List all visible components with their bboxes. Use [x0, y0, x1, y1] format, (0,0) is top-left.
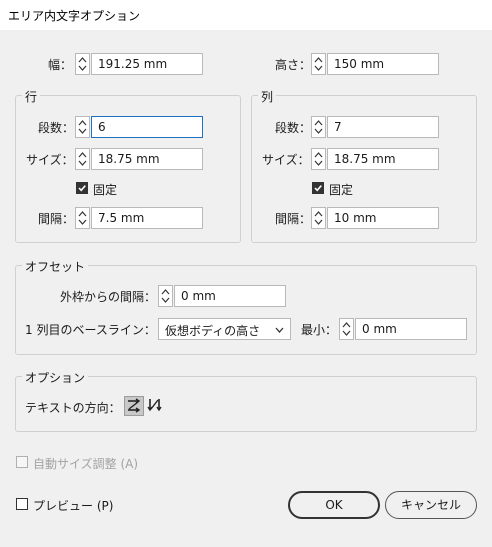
columns-group-title: 列: [258, 88, 277, 105]
columns-count-label: 段数：: [275, 121, 312, 135]
text-direction-vertical-button[interactable]: [146, 396, 166, 416]
vertical-flow-icon: [147, 399, 162, 412]
rows-gutter-label: 間隔：: [38, 212, 75, 226]
height-label: 高さ：: [275, 58, 312, 72]
ok-button[interactable]: OK: [288, 491, 380, 519]
text-direction-label: テキストの方向：: [25, 401, 121, 415]
rows-count-value: 6: [98, 120, 106, 134]
inset-value: 0 mm: [181, 289, 216, 303]
checkmark-icon: [78, 185, 86, 192]
rows-fixed-label: 固定: [93, 183, 118, 197]
checkmark-icon: [314, 185, 322, 192]
baseline-label: 1 列目のベースライン：: [25, 323, 156, 337]
rows-count-spinner[interactable]: [75, 116, 90, 138]
columns-count-field[interactable]: 7: [327, 116, 439, 138]
rows-gutter-field[interactable]: 7.5 mm: [91, 207, 203, 229]
title-bar: エリア内文字オプション: [0, 0, 492, 30]
preview-label: プレビュー (P): [33, 499, 114, 513]
columns-gutter-spinner[interactable]: [311, 207, 326, 229]
rows-gutter-value: 7.5 mm: [98, 211, 145, 225]
options-group-title: オプション: [22, 369, 89, 386]
columns-count-value: 7: [334, 120, 342, 134]
spinner-arrows-icon: [342, 322, 351, 336]
spinner-arrows-icon: [314, 211, 323, 225]
height-value: 150 mm: [334, 57, 385, 71]
spinner-arrows-icon: [78, 57, 87, 71]
columns-gutter-label: 間隔：: [275, 212, 312, 226]
auto-size-label: 自動サイズ調整 (A): [33, 457, 139, 471]
width-spinner[interactable]: [75, 53, 90, 75]
baseline-selected: 仮想ボディの高さ: [165, 324, 261, 338]
cancel-button[interactable]: キャンセル: [385, 491, 477, 519]
chevron-down-icon: [275, 327, 284, 333]
offset-group: [15, 265, 477, 355]
height-spinner[interactable]: [311, 53, 326, 75]
columns-fixed-checkbox[interactable]: [312, 182, 324, 194]
rows-size-value: 18.75 mm: [98, 152, 160, 166]
columns-size-field[interactable]: 18.75 mm: [327, 148, 439, 170]
spinner-arrows-icon: [78, 211, 87, 225]
rows-fixed-checkbox[interactable]: [76, 182, 88, 194]
rows-size-field[interactable]: 18.75 mm: [91, 148, 203, 170]
columns-size-spinner[interactable]: [311, 148, 326, 170]
text-direction-horizontal-button[interactable]: [124, 396, 144, 416]
spinner-arrows-icon: [314, 152, 323, 166]
columns-gutter-value: 10 mm: [334, 211, 377, 225]
spinner-arrows-icon: [161, 289, 170, 303]
width-label: 幅：: [48, 58, 73, 72]
rows-count-label: 段数：: [38, 121, 75, 135]
spinner-arrows-icon: [78, 120, 87, 134]
min-field[interactable]: 0 mm: [355, 318, 467, 340]
auto-size-checkbox: [16, 456, 28, 468]
min-label: 最小：: [301, 323, 338, 337]
rows-size-label: サイズ：: [26, 153, 74, 167]
columns-fixed-label: 固定: [329, 183, 354, 197]
rows-gutter-spinner[interactable]: [75, 207, 90, 229]
inset-label: 外枠からの間隔：: [60, 290, 157, 304]
min-spinner[interactable]: [339, 318, 354, 340]
width-value: 191.25 mm: [98, 57, 168, 71]
width-field[interactable]: 191.25 mm: [91, 53, 203, 75]
rows-count-field[interactable]: 6: [91, 116, 203, 138]
baseline-select[interactable]: 仮想ボディの高さ: [158, 318, 291, 340]
rows-size-spinner[interactable]: [75, 148, 90, 170]
height-field[interactable]: 150 mm: [327, 53, 439, 75]
spinner-arrows-icon: [78, 152, 87, 166]
spinner-arrows-icon: [314, 120, 323, 134]
offset-group-title: オフセット: [22, 258, 89, 275]
rows-group-title: 行: [22, 88, 41, 105]
horizontal-flow-icon: [128, 398, 141, 413]
inset-spinner[interactable]: [158, 285, 173, 307]
min-value: 0 mm: [362, 322, 397, 336]
preview-checkbox[interactable]: [16, 498, 28, 510]
columns-size-label: サイズ：: [262, 153, 310, 167]
columns-size-value: 18.75 mm: [334, 152, 396, 166]
window-title: エリア内文字オプション: [8, 9, 141, 23]
inset-field[interactable]: 0 mm: [174, 285, 286, 307]
columns-gutter-field[interactable]: 10 mm: [327, 207, 439, 229]
columns-count-spinner[interactable]: [311, 116, 326, 138]
spinner-arrows-icon: [314, 57, 323, 71]
